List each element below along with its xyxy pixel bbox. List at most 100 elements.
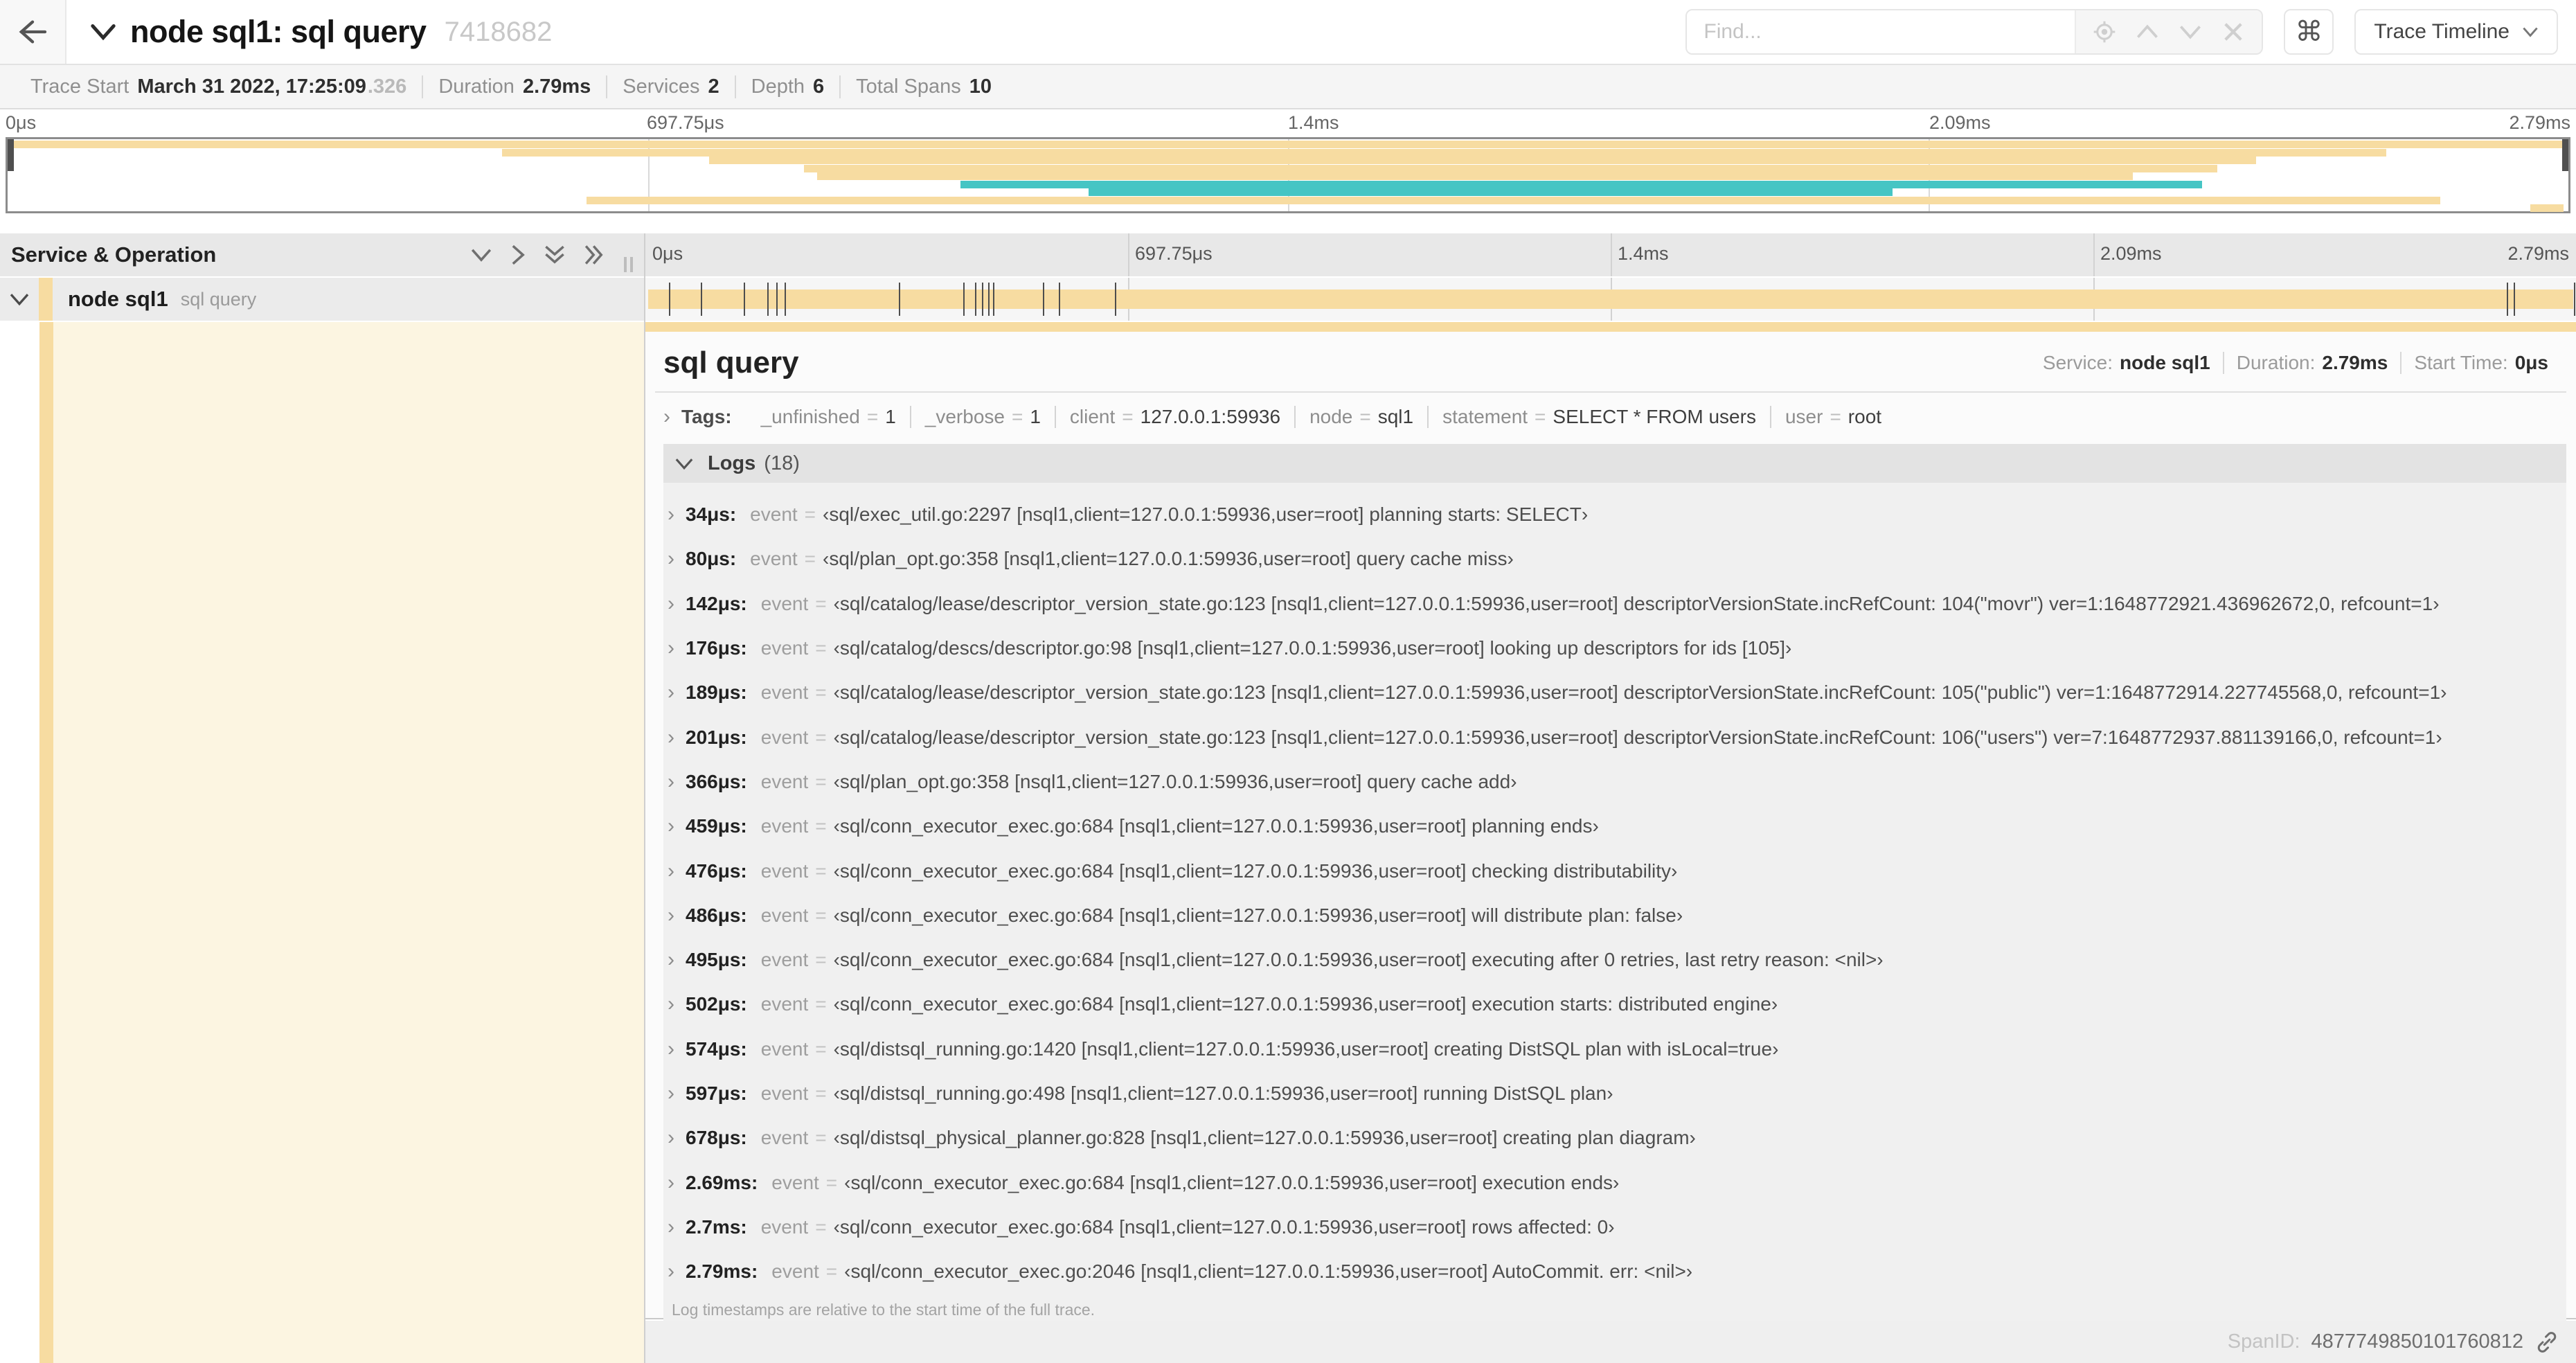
log-entry[interactable]: › 495μs: event = ‹sql/conn_executor_exec…	[668, 938, 2566, 982]
log-timestamp: 2.7ms:	[686, 1215, 747, 1238]
expand-one-button[interactable]	[510, 244, 526, 266]
log-event-tick	[2507, 283, 2509, 316]
tag-item: _unfinished = 1	[760, 406, 896, 427]
keyboard-shortcuts-button[interactable]: ⌘	[2284, 9, 2334, 55]
find-group	[1685, 9, 2264, 55]
back-button[interactable]	[0, 0, 66, 64]
minimap-span-bar	[2530, 204, 2564, 212]
log-event-tick	[784, 283, 786, 316]
service-operation-title: Service & Operation	[11, 242, 217, 267]
selected-span-highlight	[53, 322, 644, 1363]
timeline-header-row: Service & Operation 0μs 697.75μs 1.4ms 2.09…	[0, 233, 2576, 276]
chevron-down-icon	[2522, 26, 2539, 37]
log-timestamp: 366μs:	[686, 770, 747, 792]
range-handle-right[interactable]	[2562, 139, 2568, 171]
span-color-stripe	[39, 278, 53, 321]
span-color-stripe	[39, 322, 53, 1363]
log-field-name: event	[771, 1171, 819, 1193]
log-timestamp: 486μs:	[686, 904, 747, 926]
range-handle-left[interactable]	[8, 139, 14, 171]
minimap-scrubber[interactable]	[6, 137, 2570, 213]
chevron-down-icon[interactable]	[90, 23, 116, 41]
log-field-value: ‹sql/conn_executor_exec.go:684 [nsql1,cl…	[833, 949, 1884, 971]
log-entry[interactable]: › 678μs: event = ‹sql/distsql_physical_p…	[668, 1116, 2566, 1160]
trace-view-select[interactable]: Trace Timeline	[2354, 9, 2558, 55]
log-entry[interactable]: › 142μs: event = ‹sql/catalog/lease/desc…	[668, 582, 2566, 626]
collapse-one-button[interactable]	[470, 247, 492, 262]
log-entry[interactable]: › 574μs: event = ‹sql/distsql_running.go…	[668, 1027, 2566, 1071]
log-entry[interactable]: › 2.79ms: event = ‹sql/conn_executor_exe…	[668, 1249, 2566, 1294]
log-timestamp: 142μs:	[686, 592, 747, 614]
span-operation-name: sql query	[180, 288, 257, 310]
log-event-tick	[700, 283, 702, 316]
tag-item: client = 127.0.0.1:59936	[1054, 406, 1294, 428]
clear-find-button[interactable]	[2212, 10, 2255, 53]
log-entry[interactable]: › 201μs: event = ‹sql/catalog/lease/desc…	[668, 715, 2566, 759]
equals-sign: =	[815, 1215, 827, 1238]
log-entry[interactable]: › 486μs: event = ‹sql/conn_executor_exec…	[668, 893, 2566, 938]
service-operation-header: Service & Operation	[0, 233, 644, 276]
tags-section[interactable]: › Tags: _unfinished = 1 _verbose = 1 cli…	[645, 393, 2576, 441]
log-entry[interactable]: › 459μs: event = ‹sql/conn_executor_exec…	[668, 804, 2566, 848]
log-timestamp: 597μs:	[686, 1083, 747, 1104]
log-entry[interactable]: › 34μs: event = ‹sql/exec_util.go:2297 […	[668, 492, 2566, 537]
equals-sign: =	[815, 726, 827, 748]
log-entry[interactable]: › 189μs: event = ‹sql/catalog/lease/desc…	[668, 670, 2566, 715]
trace-services: Services 2	[606, 75, 734, 98]
span-duration-bar[interactable]	[648, 289, 2573, 309]
equals-sign: =	[815, 682, 827, 704]
find-prev-button[interactable]	[2126, 10, 2169, 53]
trace-total-spans: Total Spans 10	[839, 75, 1007, 98]
minimap-span-bar	[804, 164, 2218, 172]
log-entry[interactable]: › 502μs: event = ‹sql/conn_executor_exec…	[668, 982, 2566, 1026]
log-entry[interactable]: › 2.69ms: event = ‹sql/conn_executor_exe…	[668, 1160, 2566, 1204]
logs-header[interactable]: Logs (18)	[663, 444, 2566, 483]
chevron-right-icon: ›	[668, 547, 674, 571]
span-detail-title: sql query	[663, 346, 799, 380]
chevron-down-icon[interactable]	[0, 292, 39, 306]
tag-item: user = root	[1769, 406, 1895, 428]
chevron-right-icon: ›	[668, 1260, 674, 1283]
log-field-name: event	[760, 1215, 809, 1238]
chevron-right-icon[interactable]: ›	[663, 405, 670, 429]
equals-sign: =	[804, 504, 816, 526]
crosshair-icon	[2093, 20, 2116, 44]
collapse-all-button[interactable]	[544, 244, 566, 265]
find-input[interactable]	[1687, 10, 2075, 53]
link-icon[interactable]	[2534, 1330, 2559, 1355]
log-field-value: ‹sql/conn_executor_exec.go:684 [nsql1,cl…	[844, 1171, 1620, 1193]
equals-sign: =	[815, 993, 827, 1015]
minimap-span-bar	[501, 148, 2387, 157]
span-bar-lane[interactable]	[645, 278, 2576, 321]
log-field-name: event	[771, 1260, 819, 1283]
log-event-tick	[1042, 283, 1044, 316]
equals-sign: =	[815, 770, 827, 792]
log-timestamp: 189μs:	[686, 682, 747, 704]
tag-list: _unfinished = 1 _verbose = 1 client = 12…	[747, 406, 1895, 428]
find-next-button[interactable]	[2169, 10, 2212, 53]
minimap-span-bar	[586, 196, 2441, 204]
log-entry[interactable]: › 80μs: event = ‹sql/plan_opt.go:358 [ns…	[668, 537, 2566, 581]
minimap-tick-labels: 0μs 697.75μs 1.4ms 2.09ms 2.79ms	[6, 111, 2570, 137]
expand-all-button[interactable]	[584, 244, 605, 266]
log-entry[interactable]: › 476μs: event = ‹sql/conn_executor_exec…	[668, 848, 2566, 893]
equals-sign: =	[815, 1037, 827, 1060]
double-chevron-down-icon	[544, 244, 566, 265]
log-event-tick	[1058, 283, 1060, 316]
log-entry[interactable]: › 176μs: event = ‹sql/catalog/descs/desc…	[668, 626, 2566, 670]
log-entry[interactable]: › 366μs: event = ‹sql/plan_opt.go:358 [n…	[668, 760, 2566, 804]
log-field-value: ‹sql/conn_executor_exec.go:684 [nsql1,cl…	[833, 859, 1678, 882]
span-row-node-sql1[interactable]: node sql1 sql query	[0, 278, 2576, 321]
detail-accent-strip	[645, 322, 2576, 332]
locate-span-button[interactable]	[2083, 10, 2126, 53]
column-resize-grip[interactable]	[624, 257, 633, 272]
chevron-right-icon: ›	[668, 1037, 674, 1060]
log-field-value: ‹sql/catalog/lease/descriptor_version_st…	[833, 726, 2442, 748]
tag-item: node = sql1	[1294, 406, 1427, 428]
log-timestamp: 459μs:	[686, 815, 747, 837]
log-entry[interactable]: › 2.7ms: event = ‹sql/conn_executor_exec…	[668, 1205, 2566, 1249]
minimap-span-bar	[960, 180, 2203, 188]
log-entry[interactable]: › 597μs: event = ‹sql/distsql_running.go…	[668, 1071, 2566, 1116]
log-field-name: event	[760, 904, 809, 926]
chevron-right-icon: ›	[668, 992, 674, 1016]
